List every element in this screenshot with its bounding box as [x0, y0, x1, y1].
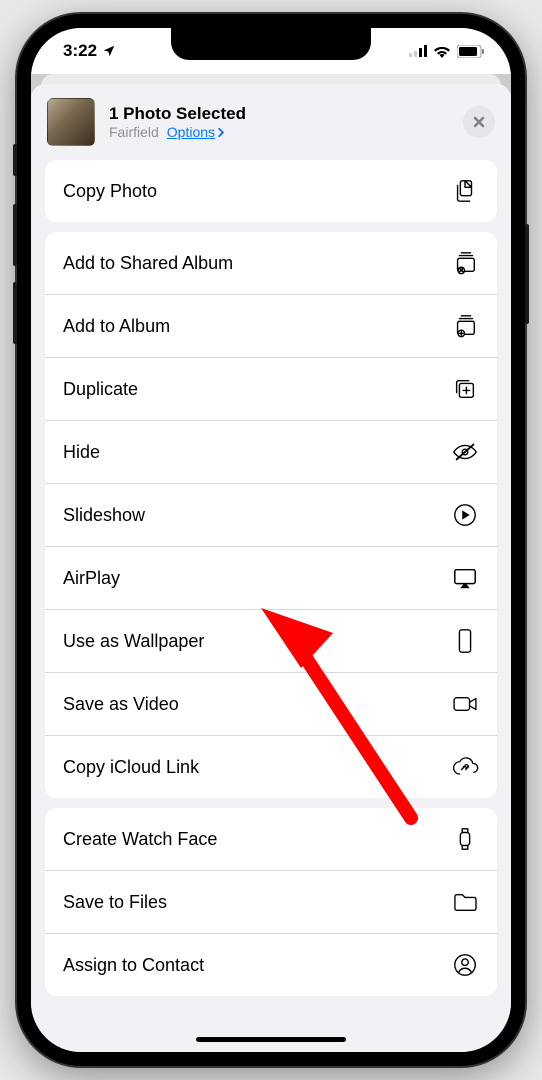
phone-rect-icon	[451, 627, 479, 655]
action-label: Use as Wallpaper	[63, 631, 204, 652]
share-sheet: 1 Photo Selected Fairfield Options Copy …	[31, 84, 511, 1052]
action-duplicate[interactable]: Duplicate	[45, 358, 497, 421]
location-icon	[102, 44, 116, 58]
action-group: Copy Photo	[45, 160, 497, 222]
action-watch-face[interactable]: Create Watch Face	[45, 808, 497, 871]
action-label: AirPlay	[63, 568, 120, 589]
sheet-header: 1 Photo Selected Fairfield Options	[31, 84, 511, 160]
volume-up-button	[13, 204, 17, 266]
options-link[interactable]: Options	[167, 124, 225, 140]
sheet-title: 1 Photo Selected	[109, 104, 449, 124]
notch	[171, 28, 371, 60]
action-copy-photo[interactable]: Copy Photo	[45, 160, 497, 222]
action-wallpaper[interactable]: Use as Wallpaper	[45, 610, 497, 673]
close-icon	[472, 115, 486, 129]
folder-icon	[451, 888, 479, 916]
chevron-right-icon	[217, 127, 225, 138]
home-indicator[interactable]	[196, 1037, 346, 1042]
shared-album-icon	[451, 249, 479, 277]
action-save-video[interactable]: Save as Video	[45, 673, 497, 736]
action-add-shared-album[interactable]: Add to Shared Album	[45, 232, 497, 295]
play-circle-icon	[451, 501, 479, 529]
copy-doc-icon	[451, 177, 479, 205]
wifi-icon	[433, 45, 451, 58]
action-label: Save to Files	[63, 892, 167, 913]
volume-down-button	[13, 282, 17, 344]
watch-icon	[451, 825, 479, 853]
action-add-album[interactable]: Add to Album	[45, 295, 497, 358]
action-save-files[interactable]: Save to Files	[45, 871, 497, 934]
action-group: Add to Shared Album Add to Album Duplicate…	[45, 232, 497, 798]
action-icloud-link[interactable]: Copy iCloud Link	[45, 736, 497, 798]
action-groups[interactable]: Copy Photo Add to Shared Album Add to Albu…	[31, 160, 511, 1052]
action-label: Add to Album	[63, 316, 170, 337]
action-airplay[interactable]: AirPlay	[45, 547, 497, 610]
duplicate-icon	[451, 375, 479, 403]
eye-slash-icon	[451, 438, 479, 466]
battery-icon	[457, 45, 485, 58]
action-label: Create Watch Face	[63, 829, 217, 850]
action-label: Copy iCloud Link	[63, 757, 199, 778]
action-label: Save as Video	[63, 694, 179, 715]
cloud-link-icon	[451, 753, 479, 781]
action-label: Copy Photo	[63, 181, 157, 202]
action-group: Create Watch Face Save to Files Assign to …	[45, 808, 497, 996]
power-button	[525, 224, 529, 324]
action-hide[interactable]: Hide	[45, 421, 497, 484]
action-label: Slideshow	[63, 505, 145, 526]
phone-frame: 3:22 1 Photo Selected Fairfield Opti	[17, 14, 525, 1066]
status-time: 3:22	[63, 41, 97, 61]
close-button[interactable]	[463, 106, 495, 138]
sheet-subtitle: Fairfield	[109, 124, 159, 140]
airplay-icon	[451, 564, 479, 592]
action-slideshow[interactable]: Slideshow	[45, 484, 497, 547]
contact-icon	[451, 951, 479, 979]
action-label: Add to Shared Album	[63, 253, 233, 274]
photo-thumbnail[interactable]	[47, 98, 95, 146]
action-label: Hide	[63, 442, 100, 463]
action-label: Duplicate	[63, 379, 138, 400]
add-album-icon	[451, 312, 479, 340]
silence-switch	[13, 144, 17, 176]
action-assign-contact[interactable]: Assign to Contact	[45, 934, 497, 996]
cellular-icon	[409, 45, 427, 57]
action-label: Assign to Contact	[63, 955, 204, 976]
phone-screen: 3:22 1 Photo Selected Fairfield Opti	[31, 28, 511, 1052]
status-indicators	[409, 45, 485, 58]
video-cam-icon	[451, 690, 479, 718]
